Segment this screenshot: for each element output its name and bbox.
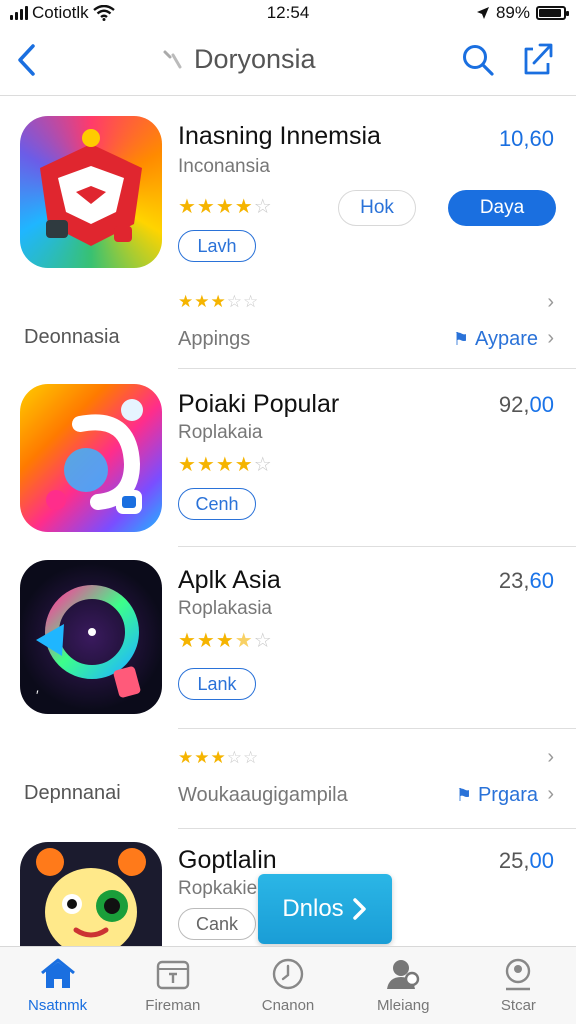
share-button[interactable] — [518, 38, 558, 80]
location-arrow-icon — [476, 7, 489, 19]
loading-spinner-icon — [163, 50, 182, 68]
info-row[interactable]: Deonnasia Appings ⚑ Aypare › — [0, 322, 576, 368]
divider — [178, 368, 576, 369]
featured-app-subtitle: Inconansia — [178, 156, 270, 177]
tab-label: Nsatnmk — [28, 997, 88, 1014]
tab-label: Cnanon — [261, 997, 315, 1014]
divider — [178, 728, 576, 729]
flag-icon: ⚑ — [455, 785, 472, 805]
compare-link[interactable]: ⚑ Aypare — [453, 328, 538, 351]
navigation-bar: Doryonsia — [0, 28, 576, 96]
app-subtitle: Ropkakie — [178, 878, 258, 899]
featured-rating-stars: ★★★★☆ — [178, 196, 273, 218]
page-title: Doryonsia — [194, 44, 316, 74]
app-price-main: 25, — [498, 848, 530, 873]
monster-mascot-icon — [36, 848, 146, 946]
featured-app-name: Inasning Innemsia — [178, 122, 381, 150]
info-row-value: Woukaaugigampila — [178, 784, 348, 806]
search-icon — [463, 45, 494, 76]
app-tag-button[interactable]: Cank — [178, 908, 256, 940]
chevron-right-icon — [352, 898, 366, 920]
tab-bar: Nsatnmk Fireman Cnanon Mleiang Stcar — [0, 946, 576, 1024]
tab-clock[interactable]: Cnanon — [230, 947, 345, 1024]
floating-download-label: Dnlos — [282, 895, 344, 922]
app-rating-stars: ★★★★☆ — [178, 454, 273, 476]
featured-app-icon[interactable] — [20, 116, 162, 268]
daya-button[interactable]: Daya — [448, 190, 556, 226]
compare-link[interactable]: ⚑ Prgara — [456, 784, 538, 807]
app-name: Aplk Asia — [178, 566, 281, 594]
info-row-label: Deonnasia — [24, 326, 120, 348]
clock-icon — [272, 958, 304, 990]
carrier-name: Cotiotlk — [32, 3, 89, 22]
app-list-item[interactable]: ′ Aplk Asia Roplakasia 23,60 ★★★★☆ Lank — [0, 548, 576, 728]
tab-label: Fireman — [145, 997, 201, 1014]
chevron-left-icon — [18, 44, 35, 76]
info-row-label: Depnnanai — [24, 782, 121, 804]
chevron-right-icon: › — [547, 783, 554, 805]
home-icon — [40, 958, 75, 988]
info-row[interactable]: ★★★☆☆ › Depnnanai Woukaaugigampila ⚑ Prg… — [0, 738, 576, 828]
status-bar: Cotiotlk 12:54 89% — [0, 0, 576, 26]
tab-home[interactable]: Nsatnmk — [0, 947, 115, 1024]
app-price-accent: 60 — [529, 568, 554, 593]
app-price-main: 23, — [498, 568, 530, 593]
app-price-accent: 00 — [529, 848, 554, 873]
app-icon[interactable]: ′ — [20, 560, 162, 714]
app-subtitle: Roplakasia — [178, 598, 272, 619]
app-subtitle: Roplakaia — [178, 422, 263, 443]
swirl-logo-icon — [46, 399, 143, 514]
tab-label: Mleiang — [376, 997, 430, 1014]
wifi-icon — [92, 5, 115, 21]
signal-icon — [10, 6, 28, 20]
app-list-item[interactable]: Poiaki Popular Roplakaia 92,00 ★★★★☆ Cen… — [0, 370, 576, 546]
app-price-main: 92, — [498, 392, 530, 417]
app-price-accent: 00 — [529, 392, 554, 417]
app-price: 23,60 — [499, 568, 554, 594]
app-price: 25,00 — [499, 848, 554, 874]
app-icon[interactable] — [20, 842, 162, 946]
app-price: 92,00 — [499, 392, 554, 418]
divider — [178, 828, 576, 829]
person-icon — [387, 960, 420, 989]
app-icon[interactable] — [20, 384, 162, 532]
tab-calendar[interactable]: Fireman — [115, 947, 230, 1024]
tab-people[interactable]: Mleiang — [346, 947, 461, 1024]
app-tag-button[interactable]: Lank — [178, 668, 256, 700]
svg-text:′: ′ — [36, 687, 39, 703]
flag-icon: ⚑ — [452, 329, 469, 349]
app-name: Goptlalin — [178, 846, 277, 874]
meta-rating-stars: ★★★☆☆ — [178, 748, 260, 767]
search-button[interactable] — [458, 40, 498, 80]
tab-label: Stcar — [500, 997, 536, 1014]
chevron-right-icon: › — [547, 291, 554, 313]
app-rating-stars: ★★★★☆ — [178, 630, 273, 652]
profile-icon — [506, 958, 531, 991]
status-time: 12:54 — [266, 3, 310, 22]
calendar-icon — [156, 960, 189, 990]
hok-button[interactable]: Hok — [338, 190, 416, 226]
chevron-right-icon: › — [547, 746, 554, 768]
share-icon — [524, 43, 553, 75]
compare-link-label: Prgara — [477, 784, 538, 806]
compare-link-label: Aypare — [474, 328, 538, 350]
info-row-value: Appings — [178, 328, 251, 350]
featured-tag-button[interactable]: Lavh — [178, 230, 256, 262]
tab-profile[interactable]: Stcar — [461, 947, 576, 1024]
divider — [178, 546, 576, 547]
app-tag-button[interactable]: Cenh — [178, 488, 256, 520]
refresh-ring-icon: ′ — [36, 585, 141, 703]
meta-rating-stars: ★★★☆☆ — [178, 292, 260, 311]
battery-percent: 89% — [495, 3, 530, 22]
floating-download-button[interactable]: Dnlos — [258, 874, 392, 944]
chevron-right-icon: › — [547, 327, 554, 349]
featured-app-price: 10,60 — [498, 126, 554, 151]
app-name: Poiaki Popular — [178, 390, 340, 418]
gift-box-icon — [40, 129, 142, 246]
battery-icon — [536, 6, 569, 20]
back-button[interactable] — [8, 40, 44, 80]
